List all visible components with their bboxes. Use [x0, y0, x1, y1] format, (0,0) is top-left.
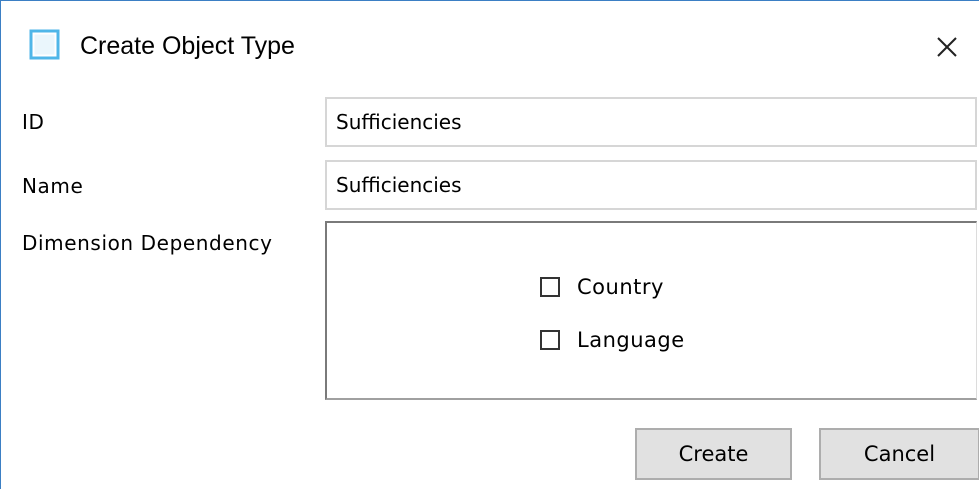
name-field[interactable] [325, 160, 977, 210]
title-bar: Create Object Type [1, 1, 979, 93]
close-icon [937, 37, 957, 57]
dimension-dependency-label: Dimension Dependency [22, 231, 273, 255]
language-checkbox-label: Language [577, 328, 685, 352]
country-checkbox[interactable] [540, 277, 560, 297]
name-label: Name [22, 174, 84, 198]
close-button[interactable] [921, 23, 973, 71]
language-checkbox[interactable] [540, 330, 560, 350]
country-checkbox-label: Country [577, 275, 664, 299]
window-app-icon [29, 29, 61, 61]
dimension-option-country[interactable]: Country [540, 273, 664, 301]
cancel-button[interactable]: Cancel [819, 428, 979, 480]
id-label: ID [22, 110, 45, 134]
id-field[interactable] [325, 97, 977, 147]
dimension-option-language[interactable]: Language [540, 326, 685, 354]
create-object-type-dialog: Create Object Type ID Name Dimension Dep… [0, 0, 979, 489]
create-button[interactable]: Create [635, 428, 792, 480]
dimension-dependency-list: Country Language [325, 221, 977, 400]
window-title: Create Object Type [80, 32, 295, 60]
